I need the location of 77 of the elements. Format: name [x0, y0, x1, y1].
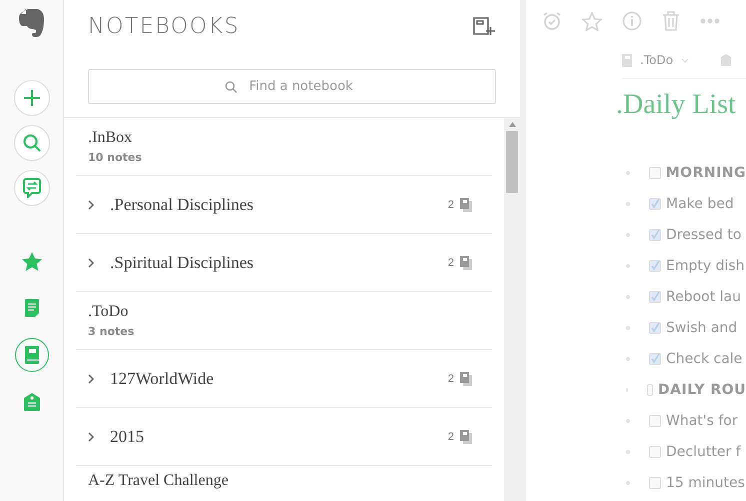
chevron-icon[interactable] — [88, 258, 94, 268]
notebook-name: .InBox — [88, 129, 132, 147]
notebook-item[interactable]: .InBox 10 notes — [76, 118, 492, 176]
task-text: Empty dish — [666, 258, 745, 274]
task-text: Make bed — [666, 196, 734, 212]
scrollbar[interactable] — [504, 118, 520, 501]
task-text: Check cale — [666, 351, 742, 367]
task-text: Reboot lau — [666, 289, 742, 305]
section-heading: DAILY ROU — [658, 382, 746, 398]
section-heading: MORNING — [666, 165, 746, 181]
notebook-item[interactable]: A-Z Travel Challenge — [76, 466, 492, 490]
note-count: 2 — [448, 430, 454, 442]
chat-button[interactable] — [14, 170, 50, 206]
notebook-name: 127WorldWide — [110, 368, 215, 388]
note-count: 3 notes — [88, 325, 134, 338]
checkbox[interactable] — [649, 291, 661, 303]
notebook-name: 2015 — [110, 426, 145, 446]
search-icon — [22, 134, 40, 152]
note-count: 10 notes — [88, 151, 142, 164]
notebooks-stack-icon — [460, 372, 472, 386]
checkbox[interactable] — [646, 384, 654, 396]
checkbox[interactable] — [649, 198, 661, 210]
checkbox[interactable] — [648, 167, 661, 179]
note-count: 2 — [448, 198, 454, 210]
new-note-button[interactable] — [14, 80, 50, 116]
notebook-name: A-Z Travel Challenge — [88, 472, 228, 490]
tag-icon[interactable] — [721, 54, 732, 66]
panel-title: NOTEBOOKS — [88, 14, 240, 38]
notebooks-button[interactable] — [14, 338, 48, 372]
checkbox[interactable] — [649, 353, 661, 365]
note-icon — [24, 299, 38, 317]
chat-icon — [22, 178, 40, 198]
note-count: 2 — [448, 256, 454, 268]
elephant-logo-icon — [18, 8, 44, 40]
notebook-stack[interactable]: .Personal Disciplines 2 — [76, 176, 492, 234]
search-field[interactable]: Find a notebook — [88, 69, 496, 104]
new-notebook-icon[interactable] — [473, 16, 496, 36]
task-text: Dressed to — [666, 227, 742, 243]
notebook-name: .ToDo — [88, 303, 128, 321]
scroll-up-icon[interactable] — [508, 122, 516, 127]
task-text: Declutter f — [666, 444, 741, 460]
alarm-clock-icon[interactable] — [542, 11, 562, 31]
task-text: What's for — [666, 413, 738, 429]
trash-icon[interactable] — [662, 11, 680, 31]
checkbox[interactable] — [649, 446, 661, 458]
notebooks-stack-icon — [460, 256, 472, 270]
notebook-stack[interactable]: 127WorldWide 2 — [76, 350, 492, 408]
search-icon — [225, 81, 237, 93]
plus-icon — [22, 89, 40, 107]
checkbox[interactable] — [649, 260, 661, 272]
notebook-icon — [622, 54, 632, 66]
star-icon[interactable] — [582, 12, 602, 30]
checkbox[interactable] — [649, 229, 661, 241]
chevron-icon[interactable] — [88, 200, 94, 210]
notebook-icon — [24, 346, 38, 364]
more-icon[interactable] — [700, 18, 720, 24]
notebook-stack[interactable]: 2015 2 — [76, 408, 492, 466]
scroll-thumb[interactable] — [506, 131, 518, 193]
checkbox[interactable] — [649, 322, 661, 334]
notebook-stack[interactable]: .Spiritual Disciplines 2 — [76, 234, 492, 292]
tag-icon — [24, 393, 40, 411]
checkbox[interactable] — [649, 415, 661, 427]
caret-icon[interactable] — [681, 58, 690, 62]
notebooks-stack-icon — [460, 198, 472, 212]
notebook-item[interactable]: .ToDo 3 notes — [76, 292, 492, 350]
info-icon[interactable] — [622, 11, 642, 31]
chevron-icon[interactable] — [88, 432, 94, 442]
star-icon — [22, 252, 42, 270]
checkbox[interactable] — [649, 477, 661, 489]
chevron-icon[interactable] — [88, 374, 94, 384]
search-button[interactable] — [14, 125, 50, 161]
task-text: Swish and — [666, 320, 738, 336]
notebooks-stack-icon — [460, 430, 472, 444]
note-count: 2 — [448, 372, 454, 384]
notebook-name: .Spiritual Disciplines — [110, 252, 255, 272]
notebook-name: .Personal Disciplines — [110, 194, 255, 214]
task-text: 15 minutes — [666, 475, 745, 491]
